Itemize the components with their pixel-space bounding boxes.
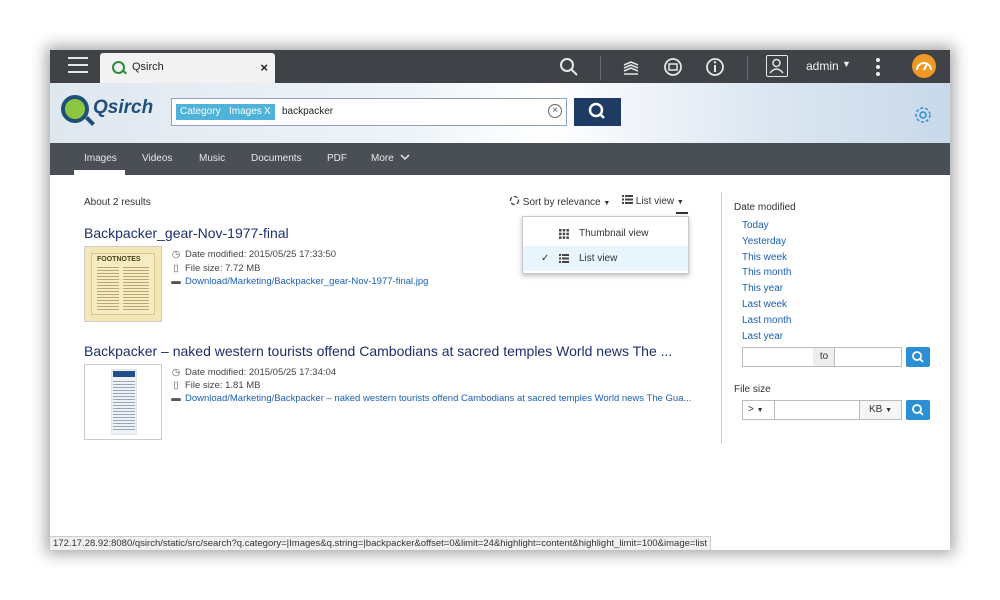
list-icon xyxy=(559,254,569,263)
images-chip: Images xyxy=(225,104,266,120)
file-icon: ▯ xyxy=(173,263,179,274)
info-icon[interactable] xyxy=(704,56,726,78)
menu-icon[interactable] xyxy=(68,57,88,75)
range-to-label: to xyxy=(813,347,835,367)
clock-icon: ◷ xyxy=(171,249,181,260)
result-thumbnail[interactable]: FOOTNOTES xyxy=(84,246,162,322)
status-url: 172.17.28.92:8080/qsirch/static/src/sear… xyxy=(50,536,712,550)
nav-item-pdf[interactable]: PDF xyxy=(327,153,347,164)
size-operator-select[interactable]: > ▼ xyxy=(742,400,775,420)
nav-item-music[interactable]: Music xyxy=(199,153,225,164)
search-query[interactable]: backpacker xyxy=(282,106,333,117)
search-input[interactable]: Category Images X backpacker × xyxy=(171,98,567,126)
folder-icon: ▬ xyxy=(171,276,181,287)
check-icon: ✓ xyxy=(541,253,550,264)
dropdown-pointer xyxy=(676,212,688,214)
user-name[interactable]: admin xyxy=(806,59,839,73)
date-filter-yesterday[interactable]: Yesterday xyxy=(742,236,786,247)
gear-icon[interactable] xyxy=(912,104,934,126)
view-label: List view xyxy=(635,196,675,207)
size-search-button[interactable] xyxy=(906,400,930,420)
size-unit-select[interactable]: KB ▼ xyxy=(859,400,902,420)
date-filter-title: Date modified xyxy=(734,202,796,213)
list-icon xyxy=(622,195,633,204)
nav-item-videos[interactable]: Videos xyxy=(142,153,172,164)
search-button[interactable] xyxy=(574,98,621,126)
view-menu: Thumbnail view ✓ List view xyxy=(522,216,689,274)
date-modified: ◷ Date modified: 2015/05/25 17:34:04 xyxy=(171,367,337,378)
date-filter-this-week[interactable]: This week xyxy=(742,252,787,263)
file-icon: ▯ xyxy=(173,380,179,391)
chevron-down-icon: ▼ xyxy=(676,199,684,206)
result-title[interactable]: Backpacker_gear-Nov-1977-final xyxy=(84,225,289,241)
file-size: ▯ File size: 7.72 MB xyxy=(171,263,260,274)
user-icon[interactable] xyxy=(766,55,788,77)
stack-icon[interactable] xyxy=(620,56,642,78)
top-bar: Qsirch × admin ▼ xyxy=(50,50,950,83)
date-to-field[interactable] xyxy=(834,347,902,367)
tab-title: Qsirch xyxy=(132,61,164,73)
thumbnail-heading: FOOTNOTES xyxy=(97,256,141,263)
sort-dropdown[interactable]: Sort by relevance ▼ xyxy=(509,195,610,208)
clear-search-icon[interactable]: × xyxy=(548,104,562,118)
sort-icon xyxy=(509,195,520,206)
qsirch-logo-icon xyxy=(61,95,89,123)
category-chip: Category xyxy=(176,104,225,120)
more-icon[interactable] xyxy=(876,58,880,79)
result-count: About 2 results xyxy=(84,197,151,208)
search-header: Qsirch Category Images X backpacker × xyxy=(50,83,950,143)
date-filter-today[interactable]: Today xyxy=(742,220,769,231)
view-dropdown[interactable]: List view ▼ xyxy=(622,195,684,207)
menu-item-label: List view xyxy=(579,253,618,264)
divider xyxy=(747,56,748,80)
file-path-link[interactable]: Download/Marketing/Backpacker_gear-Nov-1… xyxy=(185,276,428,287)
date-filter-last-year[interactable]: Last year xyxy=(742,331,783,342)
nav-item-images[interactable]: Images xyxy=(84,153,117,164)
result-thumbnail[interactable] xyxy=(84,364,162,440)
date-filter-last-week[interactable]: Last week xyxy=(742,299,787,310)
nav-item-documents[interactable]: Documents xyxy=(251,153,302,164)
date-from-field[interactable] xyxy=(742,347,814,367)
result-title[interactable]: Backpacker – naked western tourists offe… xyxy=(84,343,672,359)
close-tab-icon[interactable]: × xyxy=(260,60,268,75)
active-tab-indicator xyxy=(74,170,125,175)
logo-text: Qsirch xyxy=(93,97,154,118)
file-path: ▬ Download/Marketing/Backpacker_gear-Nov-… xyxy=(171,276,428,287)
date-modified: ◷ Date modified: 2015/05/25 17:33:50 xyxy=(171,249,337,260)
clock-icon: ◷ xyxy=(171,367,181,378)
size-value-field[interactable] xyxy=(774,400,860,420)
browser-tab[interactable]: Qsirch × xyxy=(100,53,275,83)
chevron-down-icon: ▼ xyxy=(603,200,611,207)
date-filter-last-month[interactable]: Last month xyxy=(742,315,791,326)
folder-icon: ▬ xyxy=(171,393,181,404)
date-filter-this-year[interactable]: This year xyxy=(742,283,783,294)
menu-item-thumbnail-view[interactable]: Thumbnail view xyxy=(523,221,688,246)
divider xyxy=(600,56,601,80)
menu-item-list-view[interactable]: ✓ List view xyxy=(523,246,688,271)
sync-icon[interactable] xyxy=(662,56,684,78)
chevron-down-icon[interactable]: ▼ xyxy=(842,59,851,69)
chevron-down-icon: ▼ xyxy=(885,407,893,414)
chevron-down-icon[interactable] xyxy=(399,151,411,166)
size-filter-title: File size xyxy=(734,384,771,395)
qsirch-tab-icon xyxy=(112,61,125,74)
date-filter-this-month[interactable]: This month xyxy=(742,267,791,278)
category-nav: Images Videos Music Documents PDF More xyxy=(50,143,950,175)
nav-item-more[interactable]: More xyxy=(371,153,394,164)
date-search-button[interactable] xyxy=(906,347,930,367)
menu-item-label: Thumbnail view xyxy=(579,228,649,239)
search-icon[interactable] xyxy=(558,56,580,78)
file-path-link[interactable]: Download/Marketing/Backpacker – naked we… xyxy=(185,393,691,404)
dashboard-icon[interactable] xyxy=(912,54,936,78)
remove-chip-button[interactable]: X xyxy=(262,104,275,120)
file-path: ▬ Download/Marketing/Backpacker – naked w… xyxy=(171,393,691,404)
app-window: Qsirch × admin ▼ Qsirch Category Images … xyxy=(50,50,950,550)
chevron-down-icon: ▼ xyxy=(756,407,764,414)
file-size: ▯ File size: 1.81 MB xyxy=(171,380,260,391)
grid-icon xyxy=(559,229,569,239)
sidebar-divider xyxy=(721,192,722,444)
sort-label: Sort by relevance xyxy=(522,197,601,208)
